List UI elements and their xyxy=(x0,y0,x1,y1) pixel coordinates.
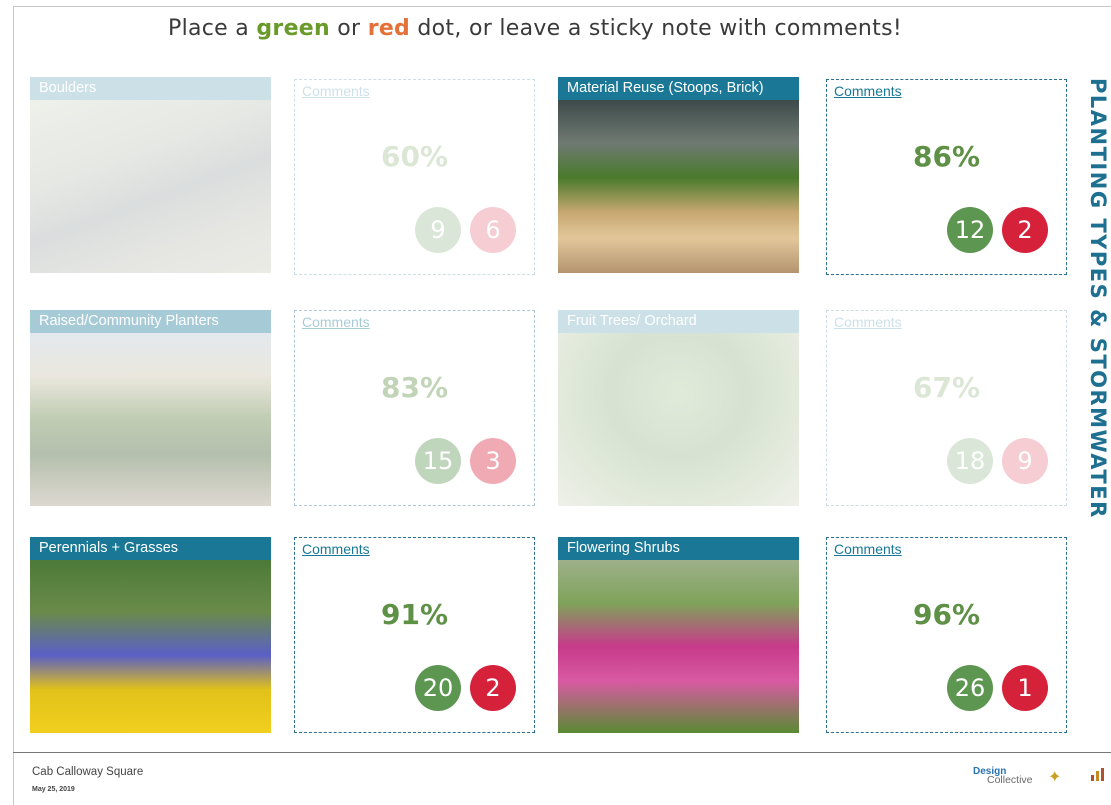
red-dot-count: 6 xyxy=(470,207,516,253)
comment-box-flowering-shrubs[interactable]: Comments 96% 26 1 xyxy=(826,537,1067,733)
comment-box-raised-planters[interactable]: Comments 83% 15 3 xyxy=(294,310,535,506)
photo-caption: Material Reuse (Stoops, Brick) xyxy=(558,77,799,100)
approval-percent: 86% xyxy=(912,140,981,173)
green-dot-count: 20 xyxy=(415,665,461,711)
boulders-photo xyxy=(30,100,271,273)
perennials-grasses-photo xyxy=(30,560,271,733)
comments-label[interactable]: Comments xyxy=(834,83,902,99)
red-dot-count: 2 xyxy=(470,665,516,711)
comment-box-perennials-grasses[interactable]: Comments 91% 20 2 xyxy=(294,537,535,733)
green-dot-count: 18 xyxy=(947,438,993,484)
green-word: green xyxy=(256,16,330,41)
page-headline: Place a green or red dot, or leave a sti… xyxy=(168,16,902,41)
approval-percent: 83% xyxy=(380,371,449,404)
compass-star-icon: ✦ xyxy=(1048,769,1062,786)
approval-percent: 67% xyxy=(912,371,981,404)
green-dot-count: 15 xyxy=(415,438,461,484)
comments-label[interactable]: Comments xyxy=(834,541,902,557)
comments-label[interactable]: Comments xyxy=(302,541,370,557)
footer-divider xyxy=(13,752,1111,753)
comments-label[interactable]: Comments xyxy=(834,314,902,330)
photo-caption: Raised/Community Planters xyxy=(30,310,271,333)
photo-card-material-reuse[interactable]: Material Reuse (Stoops, Brick) xyxy=(558,77,799,273)
green-dot-count: 12 xyxy=(947,207,993,253)
red-dot-count: 2 xyxy=(1002,207,1048,253)
photo-card-fruit-trees[interactable]: Fruit Trees/ Orchard xyxy=(558,310,799,506)
red-dot-count: 9 xyxy=(1002,438,1048,484)
photo-card-perennials-grasses[interactable]: Perennials + Grasses xyxy=(30,537,271,733)
photo-card-boulders[interactable]: Boulders xyxy=(30,77,271,273)
green-dot-count: 26 xyxy=(947,665,993,711)
photo-caption: Boulders xyxy=(30,77,271,100)
raised-planters-photo xyxy=(30,333,271,506)
footer-date: May 25, 2019 xyxy=(32,786,75,793)
material-reuse-photo xyxy=(558,100,799,273)
footer-site-name: Cab Calloway Square xyxy=(32,766,144,778)
photo-card-raised-planters[interactable]: Raised/Community Planters xyxy=(30,310,271,506)
section-title: PLANTING TYPES & STORMWATER xyxy=(1086,78,1110,519)
red-word: red xyxy=(367,16,411,41)
photo-caption: Flowering Shrubs xyxy=(558,537,799,560)
red-dot-count: 1 xyxy=(1002,665,1048,711)
approval-percent: 91% xyxy=(380,598,449,631)
comment-box-material-reuse[interactable]: Comments 86% 12 2 xyxy=(826,79,1067,275)
photo-card-flowering-shrubs[interactable]: Flowering Shrubs xyxy=(558,537,799,733)
comment-box-fruit-trees[interactable]: Comments 67% 18 9 xyxy=(826,310,1067,506)
green-dot-count: 9 xyxy=(415,207,461,253)
design-collective-logo: Design Collective xyxy=(973,766,1033,786)
approval-percent: 60% xyxy=(380,140,449,173)
flowering-shrubs-photo xyxy=(558,560,799,733)
comments-label[interactable]: Comments xyxy=(302,83,370,99)
fruit-trees-photo xyxy=(558,333,799,506)
approval-percent: 96% xyxy=(912,598,981,631)
red-dot-count: 3 xyxy=(470,438,516,484)
comments-label[interactable]: Comments xyxy=(302,314,370,330)
comment-box-boulders[interactable]: Comments 60% 9 6 xyxy=(294,79,535,275)
bar-chart-logo-icon xyxy=(1089,767,1109,785)
photo-caption: Perennials + Grasses xyxy=(30,537,271,560)
photo-caption: Fruit Trees/ Orchard xyxy=(558,310,799,333)
